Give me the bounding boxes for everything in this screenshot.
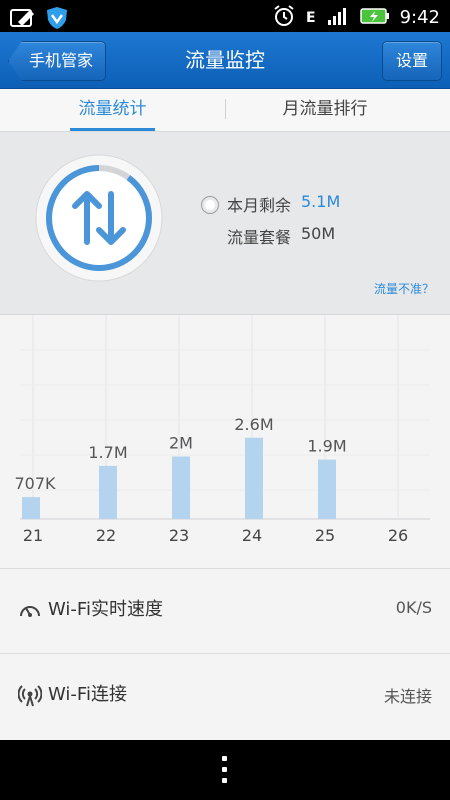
status-bar: E 9:42 [0, 0, 450, 32]
navigation-bar [0, 740, 450, 800]
tab-monthly-ranking[interactable]: 月流量排行 [260, 89, 390, 131]
remaining-label: 本月剩余 [227, 196, 292, 215]
tab-divider [225, 99, 226, 119]
bar-value-label: 707K [14, 474, 56, 493]
x-tick-label: 23 [169, 526, 189, 545]
remaining-indicator [201, 196, 219, 214]
wifi-connection-value: 未连接 [383, 687, 432, 706]
x-tick-label: 21 [23, 526, 43, 545]
menu-icon[interactable] [222, 756, 228, 784]
chart-bar [318, 459, 336, 519]
traffic-summary: 本月剩余 5.1M 流量套餐 50M 流量不准？ [0, 132, 450, 315]
x-tick-label: 26 [388, 526, 408, 545]
tab-traffic-stats[interactable]: 流量统计 [60, 89, 165, 131]
wifi-speed-value: 0K/S [395, 598, 432, 617]
chart-bar [245, 437, 263, 519]
signal-icon [326, 6, 350, 30]
plan-value: 50M [301, 224, 336, 243]
daily-traffic-chart-svg: 707K 21 1.7M 22 2M 23 2.6M 24 1.9M 25 26 [14, 315, 430, 545]
edit-icon [10, 8, 36, 32]
x-tick-label: 24 [242, 526, 262, 545]
daily-traffic-chart: 707K 21 1.7M 22 2M 23 2.6M 24 1.9M 25 26 [0, 315, 450, 567]
chart-bar [22, 497, 40, 519]
clock: 9:42 [399, 7, 440, 28]
wifi-speed-row[interactable]: Wi-Fi实时速度 0K/S [0, 568, 450, 653]
wifi-connection-row[interactable]: Wi-Fi连接 未连接 [0, 653, 450, 741]
network-type-label: E [306, 10, 316, 26]
tab-bar: 流量统计 月流量排行 [0, 89, 450, 132]
remaining-value: 5.1M [301, 192, 341, 211]
main-content: 流量统计 月流量排行 本月剩余 5.1M 流量套餐 50M 流量不准？ 707K… [0, 89, 450, 741]
x-tick-label: 22 [96, 526, 116, 545]
active-tab-indicator [70, 128, 155, 131]
bar-value-label: 1.9M [307, 437, 346, 456]
traffic-gauge [35, 154, 163, 282]
bar-value-label: 2.6M [234, 415, 273, 434]
shield-icon [46, 6, 68, 34]
settings-button[interactable]: 设置 [382, 41, 442, 81]
tab-traffic-stats-label: 流量统计 [78, 99, 147, 119]
speedometer-icon [18, 599, 42, 623]
wifi-antenna-icon [17, 684, 43, 708]
traffic-inaccurate-link[interactable]: 流量不准？ [374, 280, 434, 297]
chart-bar [99, 465, 117, 519]
alarm-icon [272, 4, 296, 32]
wifi-connection-label: Wi-Fi连接 [48, 684, 127, 705]
bar-value-label: 1.7M [88, 443, 127, 462]
tab-monthly-ranking-label: 月流量排行 [282, 99, 368, 119]
battery-charging-icon [359, 7, 390, 29]
title-bar: 手机管家 流量监控 设置 [0, 32, 450, 89]
chart-bar [172, 456, 190, 519]
wifi-speed-label: Wi-Fi实时速度 [48, 599, 163, 620]
x-tick-label: 25 [315, 526, 335, 545]
plan-label: 流量套餐 [227, 228, 292, 247]
bar-value-label: 2M [169, 434, 193, 453]
